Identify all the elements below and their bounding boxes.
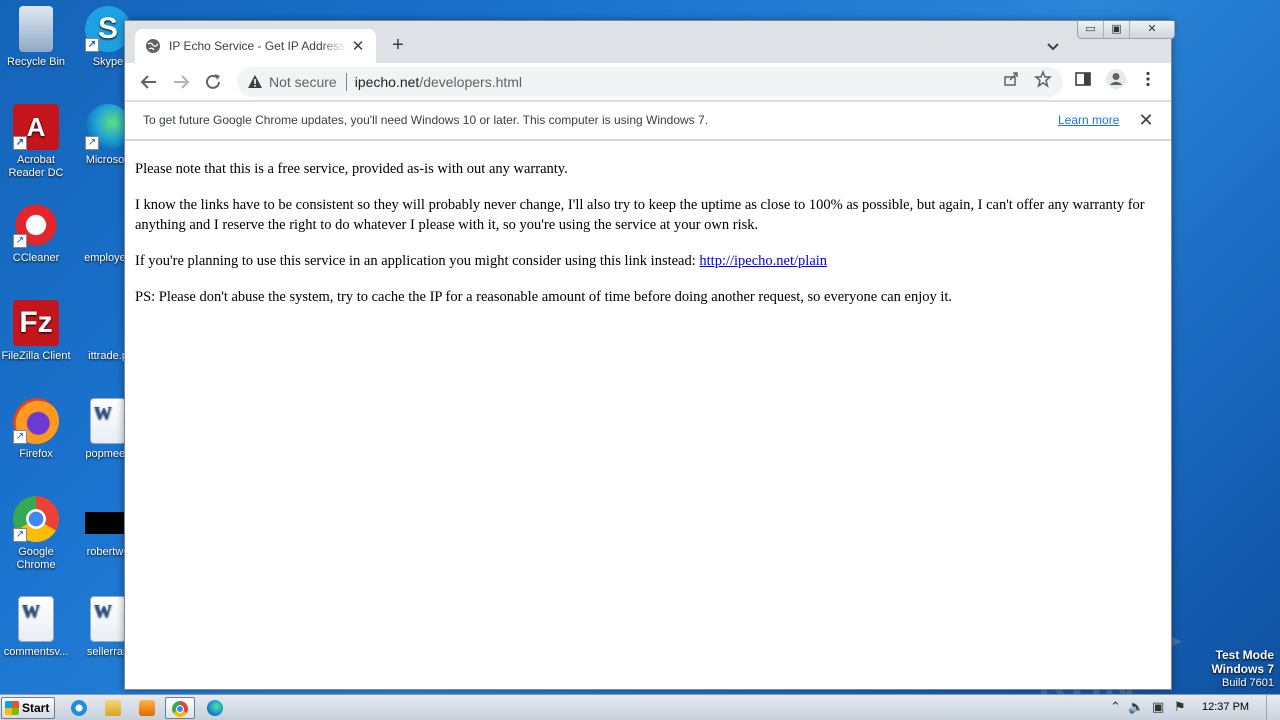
paragraph-warranty: Please note that this is a free service,… — [135, 161, 568, 177]
kebab-menu-icon[interactable] — [1139, 70, 1157, 88]
share-icon[interactable] — [1002, 70, 1020, 88]
taskbar-chrome[interactable] — [165, 697, 195, 719]
action-center-flag-icon[interactable]: ⚑ — [1174, 699, 1186, 715]
chrome-icon: ↗ — [13, 496, 59, 542]
filezilla-icon: Fz — [13, 300, 59, 346]
learn-more-link[interactable]: Learn more — [1058, 113, 1119, 127]
bookmark-star-icon[interactable] — [1034, 70, 1052, 88]
volume-icon[interactable]: 🔈 — [1128, 699, 1144, 715]
test-mode-label: Test Mode Windows 7 Build 7601 — [1211, 648, 1274, 689]
close-window-button[interactable]: ✕ — [1130, 21, 1174, 38]
taskbar-ie[interactable] — [64, 697, 94, 719]
minimize-button[interactable]: ▭ — [1078, 21, 1104, 38]
desktop-icon-comments[interactable]: W commentsv... — [0, 596, 72, 659]
firefox-icon: ↗ — [13, 398, 59, 444]
paragraph-plain-link: If you're planning to use this service i… — [135, 253, 828, 269]
desktop-icon-recycle-bin[interactable]: Recycle Bin — [0, 6, 72, 69]
address-bar[interactable]: Not secure ipecho.net/developers.html — [237, 67, 1063, 97]
tab-ip-echo[interactable]: IP Echo Service - Get IP Address pro ✕ — [135, 29, 376, 63]
chrome-icon — [172, 701, 188, 717]
network-icon[interactable]: ▣ — [1152, 699, 1164, 715]
close-tab-icon[interactable]: ✕ — [350, 37, 366, 55]
desktop-icon-firefox[interactable]: ↗ Firefox — [0, 398, 72, 461]
word-doc-icon: W — [90, 398, 126, 444]
desktop-icon-chrome[interactable]: ↗ Google Chrome — [0, 496, 72, 572]
recycle-bin-icon — [19, 6, 53, 52]
desktop-icon-filezilla[interactable]: Fz FileZilla Client — [0, 300, 72, 363]
taskbar: Start ⌃ 🔈 ▣ ⚑ 12:37 PM — [0, 694, 1280, 720]
back-arrow-icon[interactable] — [137, 70, 161, 94]
desktop-icon-ccleaner[interactable]: ↗ CCleaner — [0, 202, 72, 265]
profile-avatar-icon[interactable] — [1105, 68, 1127, 90]
word-doc-icon: W — [90, 596, 126, 642]
warning-icon[interactable] — [247, 74, 263, 90]
acrobat-icon: A ↗ — [13, 104, 59, 150]
not-secure-label[interactable]: Not secure — [269, 74, 337, 90]
system-tray: ⌃ 🔈 ▣ ⚑ 12:37 PM — [1104, 695, 1280, 720]
browser-toolbar: Not secure ipecho.net/developers.html — [125, 63, 1171, 101]
desktop-icon-acrobat[interactable]: A ↗ Acrobat Reader DC — [0, 104, 72, 180]
tab-title: IP Echo Service - Get IP Address pro — [169, 39, 347, 53]
close-infobar-icon[interactable]: ✕ — [1137, 110, 1155, 131]
paragraph-ps: PS: Please don't abuse the system, try t… — [135, 289, 953, 305]
tab-strip: IP Echo Service - Get IP Address pro ✕ +… — [125, 21, 1175, 63]
new-tab-button[interactable]: + — [386, 34, 410, 58]
show-desktop-button[interactable] — [1266, 695, 1280, 720]
tray-expand-icon[interactable]: ⌃ — [1110, 699, 1121, 715]
taskbar-explorer[interactable] — [98, 697, 128, 719]
reload-icon[interactable] — [201, 70, 225, 94]
url-text[interactable]: ipecho.net/developers.html — [355, 74, 522, 90]
windows-flag-icon — [5, 701, 19, 715]
taskbar-media-player[interactable] — [132, 697, 162, 719]
address-separator — [345, 73, 347, 91]
tab-search-chevron-icon[interactable] — [1043, 36, 1063, 56]
ie-icon — [71, 700, 87, 716]
edge-icon — [207, 700, 223, 716]
side-panel-icon[interactable] — [1074, 70, 1092, 88]
infobar-message: To get future Google Chrome updates, you… — [143, 113, 709, 127]
update-infobar: To get future Google Chrome updates, you… — [125, 102, 1171, 140]
plain-link[interactable]: http://ipecho.net/plain — [699, 253, 827, 269]
chrome-window: IP Echo Service - Get IP Address pro ✕ +… — [124, 20, 1175, 690]
restore-button[interactable]: ▣ — [1104, 21, 1130, 38]
window-controls: ▭ ▣ ✕ — [1077, 21, 1175, 39]
globe-icon — [146, 39, 160, 53]
word-doc-icon: W — [18, 596, 54, 642]
page-content: Please note that this is a free service,… — [125, 141, 1171, 689]
explorer-icon — [105, 700, 121, 716]
taskbar-clock[interactable]: 12:37 PM — [1202, 701, 1249, 713]
ccleaner-icon: ↗ — [13, 202, 59, 248]
media-player-icon — [139, 700, 155, 716]
start-button[interactable]: Start — [1, 697, 55, 719]
taskbar-edge[interactable] — [200, 697, 230, 719]
forward-arrow-icon[interactable] — [169, 70, 193, 94]
paragraph-links: I know the links have to be consistent s… — [135, 197, 1145, 233]
